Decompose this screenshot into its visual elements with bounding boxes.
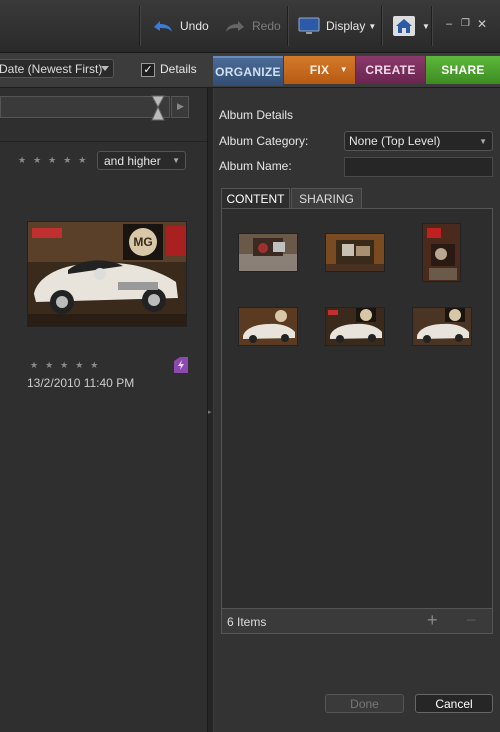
- redo-icon: [226, 21, 244, 32]
- album-thumbnail[interactable]: [412, 307, 472, 346]
- details-label: Details: [160, 62, 197, 76]
- album-thumbnail[interactable]: [325, 307, 385, 346]
- toolbar-separator: [139, 6, 140, 46]
- toolbar-separator: [381, 6, 382, 46]
- done-button[interactable]: Done: [325, 694, 404, 713]
- home-icon: [393, 16, 415, 36]
- media-browser-panel: [0, 88, 207, 732]
- album-category-value: None (Top Level): [349, 134, 441, 148]
- collapse-handle-icon: ▸: [208, 409, 212, 416]
- album-category-select[interactable]: None (Top Level) ▼: [344, 131, 493, 151]
- photo-thumbnail[interactable]: MG: [27, 221, 187, 327]
- add-icon[interactable]: +: [427, 610, 438, 631]
- chevron-down-icon: [101, 66, 109, 71]
- album-thumbnail[interactable]: [238, 233, 298, 272]
- tab-fix[interactable]: FIX ▼: [284, 56, 355, 84]
- sort-order-value: Date (Newest First): [0, 61, 103, 76]
- car-photo-image: [326, 308, 384, 345]
- album-thumbnail[interactable]: [325, 233, 385, 272]
- close-icon[interactable]: ✕: [477, 17, 487, 31]
- tab-share-label: SHARE: [441, 63, 485, 77]
- chevron-right-icon: ▶: [177, 101, 184, 111]
- photo-datetime: 13/2/2010 11:40 PM: [27, 376, 135, 390]
- chevron-down-icon: ▼: [422, 21, 430, 31]
- minimize-icon[interactable]: –: [446, 18, 452, 30]
- toolbar-separator: [431, 6, 432, 46]
- items-count: 6 Items: [227, 615, 267, 629]
- photo-rating-stars[interactable]: ★★★★★: [30, 360, 105, 371]
- redo-button[interactable]: Redo: [224, 0, 281, 52]
- sort-order-select[interactable]: Date (Newest First): [0, 59, 114, 78]
- panel-splitter[interactable]: ▸: [207, 88, 214, 732]
- hourglass-handle-icon[interactable]: [150, 94, 166, 122]
- album-name-label: Album Name:: [219, 159, 292, 173]
- tab-create-label: CREATE: [365, 63, 416, 77]
- tab-create[interactable]: CREATE: [356, 56, 425, 84]
- engine-photo-image: [423, 224, 460, 281]
- cancel-button[interactable]: Cancel: [415, 694, 493, 713]
- timeline-scroll-right-button[interactable]: ▶: [171, 96, 189, 118]
- display-button[interactable]: Display ▼: [298, 0, 376, 52]
- display-label: Display: [326, 19, 366, 33]
- chevron-down-icon: ▼: [368, 21, 377, 31]
- remove-icon[interactable]: −: [466, 610, 477, 631]
- home-button[interactable]: ▼: [392, 0, 430, 52]
- tag-icon[interactable]: [172, 356, 190, 374]
- car-photo-image: [239, 308, 297, 345]
- tab-fix-label: FIX: [309, 63, 330, 77]
- undo-button[interactable]: Undo: [152, 0, 209, 52]
- monitor-icon: [298, 17, 320, 34]
- chevron-down-icon: ▼: [172, 156, 180, 165]
- rating-filter-select[interactable]: and higher ▼: [97, 151, 186, 170]
- car-photo-image: MG: [28, 222, 186, 326]
- tab-organize[interactable]: ORGANIZE: [213, 56, 283, 86]
- restore-icon[interactable]: ❐: [461, 18, 470, 29]
- album-thumbnail[interactable]: [422, 223, 461, 282]
- panel-divider: [0, 141, 207, 142]
- chevron-down-icon: ▼: [339, 65, 348, 74]
- album-thumbnail[interactable]: [238, 307, 298, 346]
- details-checkbox[interactable]: ✓: [141, 63, 155, 77]
- tab-organize-label: ORGANIZE: [215, 65, 281, 79]
- tab-sharing[interactable]: SHARING: [291, 188, 362, 208]
- timeline-slider[interactable]: [0, 96, 170, 118]
- rating-filter-value: and higher: [104, 153, 161, 168]
- cancel-label: Cancel: [435, 696, 473, 711]
- tab-sharing-label: SHARING: [299, 191, 354, 206]
- car-photo-image: [413, 308, 471, 345]
- tab-share[interactable]: SHARE: [426, 56, 500, 84]
- rating-filter-stars[interactable]: ★★★★★: [18, 155, 93, 166]
- engine-photo-image: [326, 234, 384, 271]
- redo-label: Redo: [252, 19, 281, 33]
- svg-text:MG: MG: [133, 235, 152, 249]
- album-category-label: Album Category:: [219, 134, 309, 148]
- album-name-input[interactable]: [344, 157, 493, 177]
- engine-photo-image: [239, 234, 297, 271]
- tab-content-label: CONTENT: [226, 191, 285, 206]
- undo-label: Undo: [180, 19, 209, 33]
- toolbar-separator: [287, 6, 288, 46]
- tab-content[interactable]: CONTENT: [221, 188, 290, 208]
- done-label: Done: [350, 696, 379, 711]
- album-details-title: Album Details: [219, 108, 294, 122]
- chevron-down-icon: ▼: [479, 137, 487, 146]
- undo-icon: [154, 21, 172, 32]
